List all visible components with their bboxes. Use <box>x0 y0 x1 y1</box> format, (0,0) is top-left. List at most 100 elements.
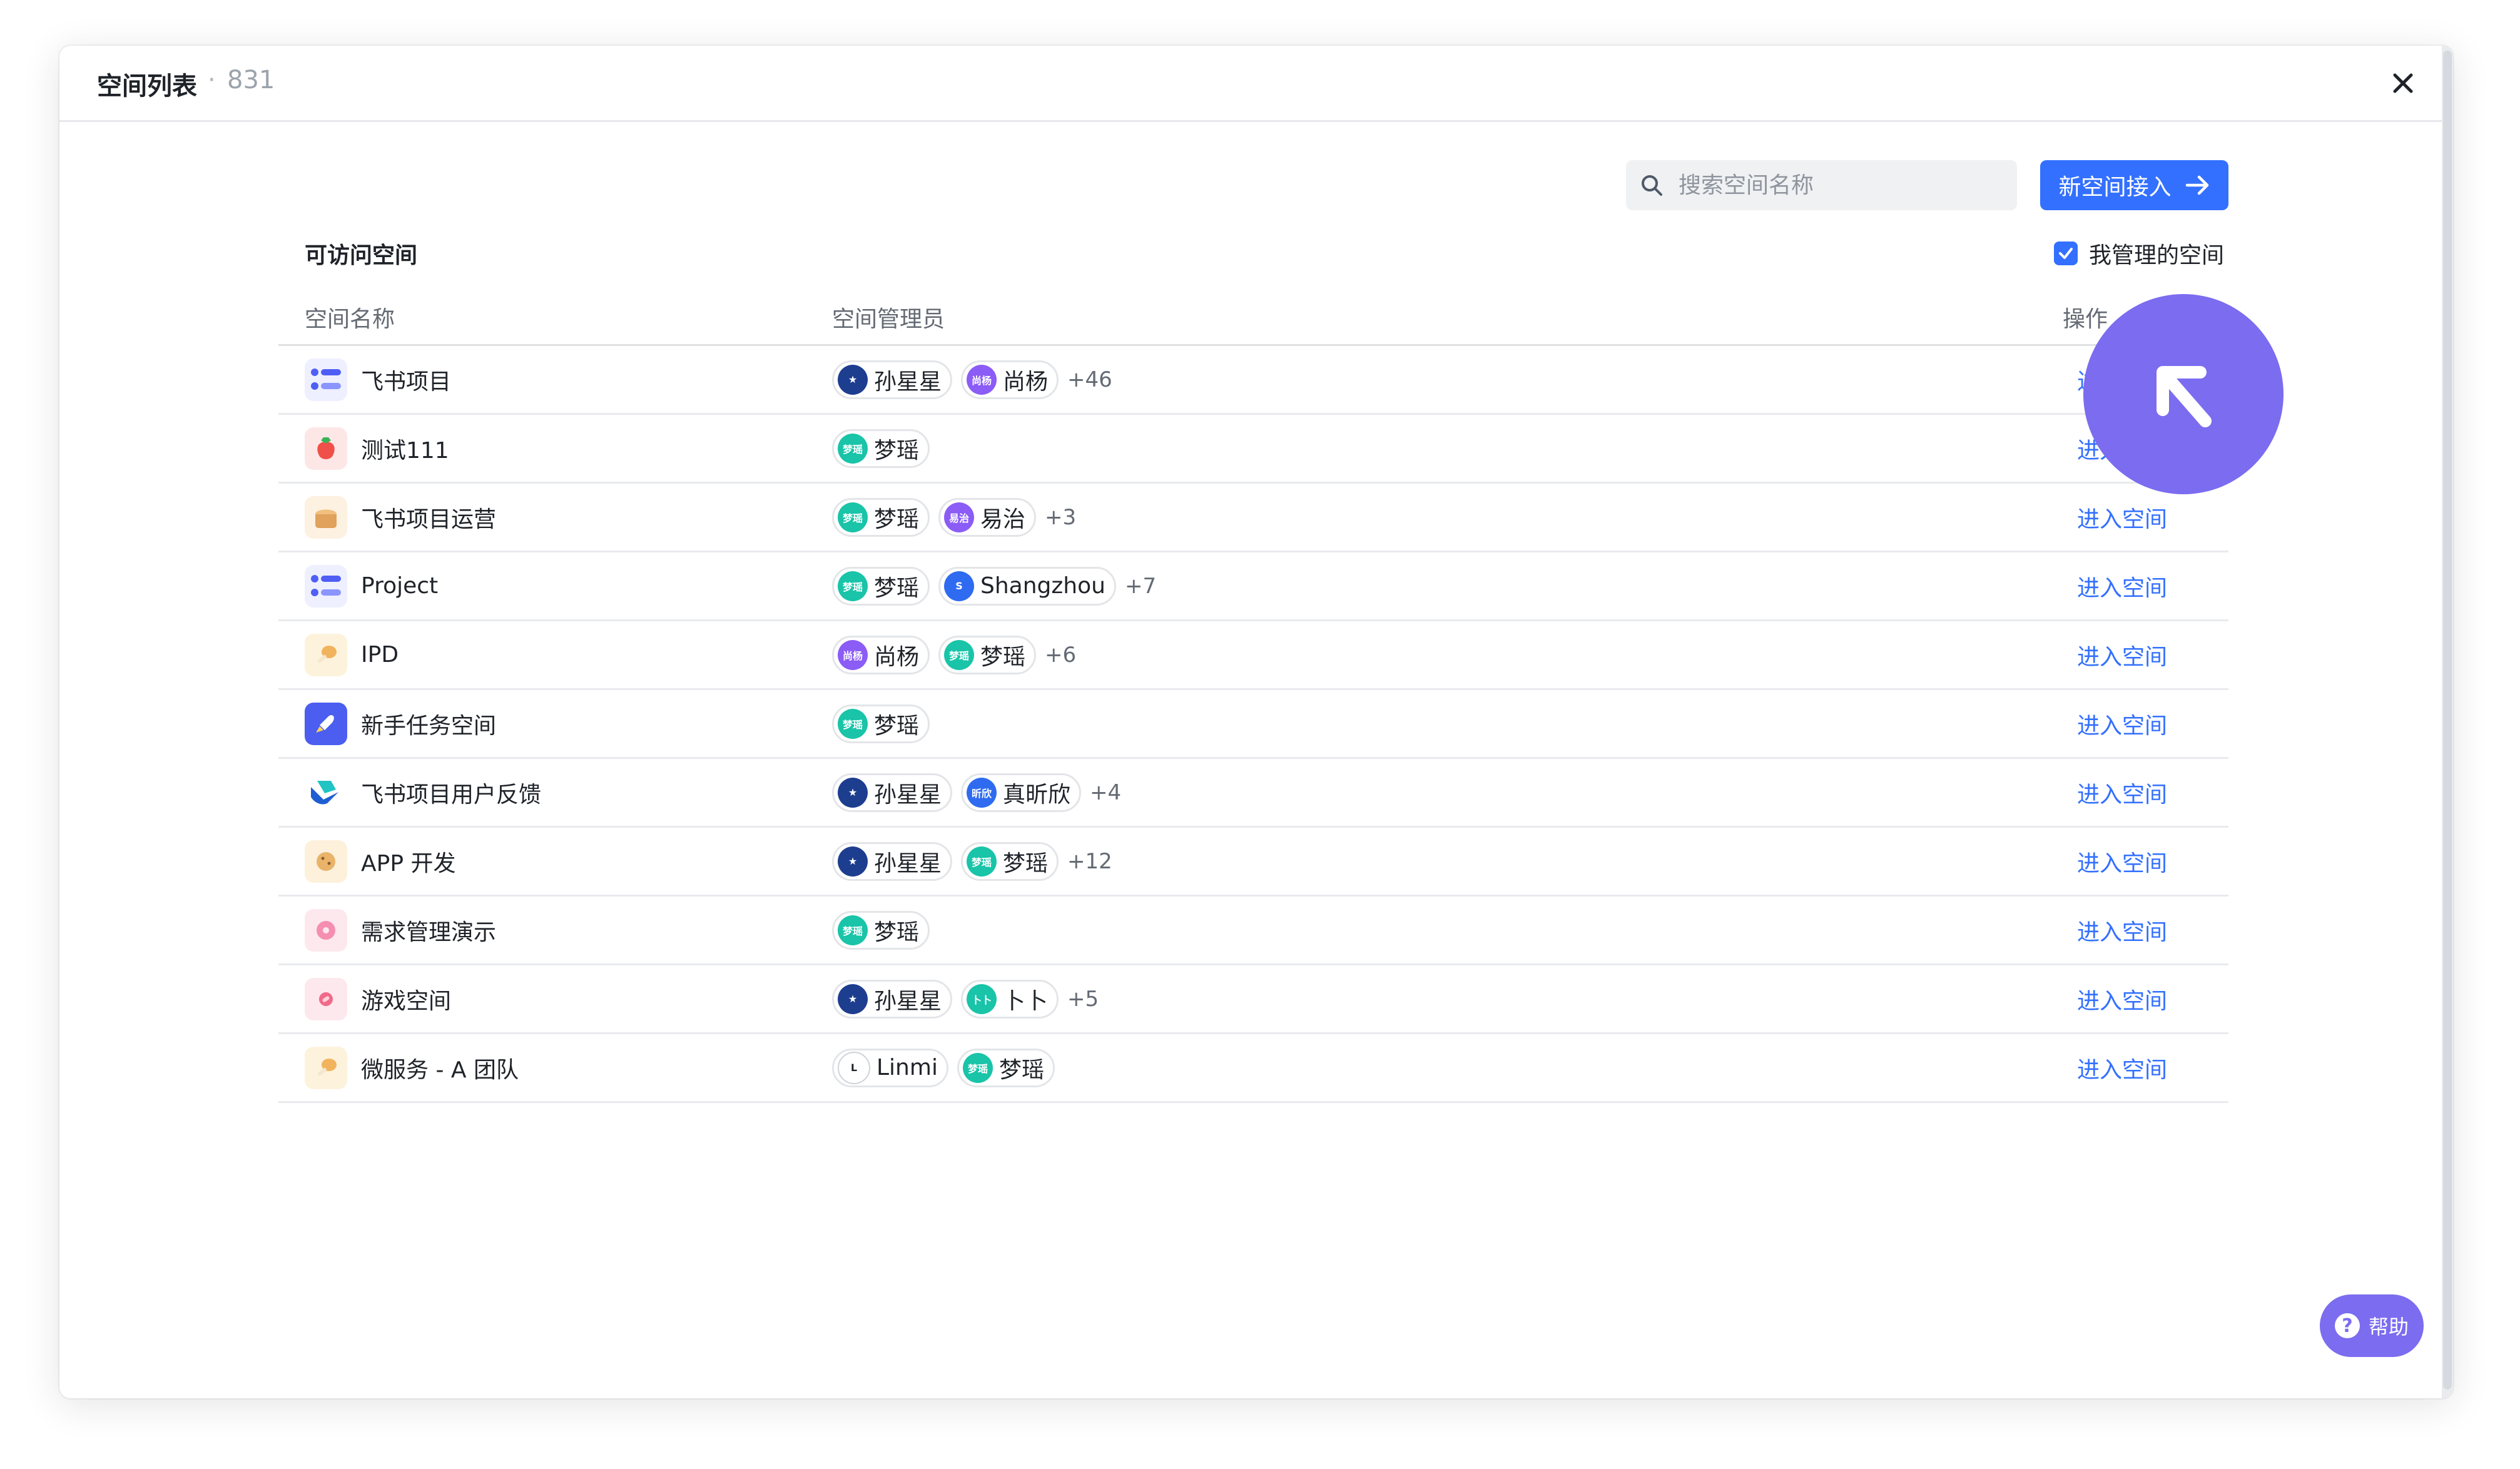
avatar: 梦瑶 <box>967 846 997 877</box>
scrollbar-thumb[interactable] <box>2443 51 2452 1390</box>
space-name: 飞书项目用户反馈 <box>361 781 542 808</box>
table-row: 飞书项目运营 梦瑶 梦瑶 易治 易治 +3 进入空间 <box>278 484 2228 552</box>
ops-cell: 进入空间 <box>2077 828 2167 895</box>
enter-space-link[interactable]: 进入空间 <box>2077 1052 2167 1084</box>
close-button[interactable] <box>2383 63 2423 103</box>
admin-name: 梦瑶 <box>874 575 920 601</box>
table-row: APP 开发 ★ 孙星星 梦瑶 梦瑶 +12 进入空间 <box>278 828 2228 897</box>
scrollbar[interactable] <box>2442 46 2453 1398</box>
enter-space-link[interactable]: 进入空间 <box>2077 708 2167 740</box>
enter-space-link[interactable]: 进入空间 <box>2077 983 2167 1015</box>
avatar: 梦瑶 <box>838 708 868 739</box>
new-space-label: 新空间接入 <box>2058 175 2172 200</box>
enter-space-link[interactable]: 进入空间 <box>2077 845 2167 878</box>
admin-chip[interactable]: 梦瑶 梦瑶 <box>961 841 1059 881</box>
checkmark-icon <box>2059 248 2073 259</box>
admins-cell: ★ 孙星星 昕欣 真昕欣 +4 <box>832 759 1121 826</box>
admins-cell: 梦瑶 梦瑶 <box>832 897 938 963</box>
admins-cell: L Linmi 梦瑶 梦瑶 <box>832 1034 1064 1101</box>
bread-icon <box>305 496 347 539</box>
table-row: 新手任务空间 梦瑶 梦瑶 进入空间 <box>278 690 2228 759</box>
enter-space-link[interactable]: 进入空间 <box>2077 501 2167 534</box>
strawberry-icon <box>305 427 347 470</box>
admin-name: 孙星星 <box>874 850 942 877</box>
table-row: 游戏空间 ★ 孙星星 卜卜 卜卜 +5 进入空间 <box>278 965 2228 1034</box>
section-title: 可访问空间 <box>305 243 418 268</box>
close-icon <box>2393 73 2413 93</box>
admin-chip[interactable]: 尚杨 尚杨 <box>832 635 930 674</box>
new-space-button[interactable]: 新空间接入 <box>2040 160 2228 210</box>
space-name-cell: 新手任务空间 <box>305 690 496 757</box>
admin-chip[interactable]: 易治 易治 <box>938 497 1037 537</box>
admin-name: 真昕欣 <box>1003 781 1071 808</box>
admin-name: 尚杨 <box>1003 369 1049 395</box>
admin-chip[interactable]: ★ 孙星星 <box>832 360 953 399</box>
admin-name: 梦瑶 <box>874 713 920 739</box>
enter-space-link[interactable]: 进入空间 <box>2077 639 2167 671</box>
admin-name: Shangzhou <box>980 573 1105 599</box>
enter-space-link[interactable]: 进入空间 <box>2077 914 2167 947</box>
search-box[interactable] <box>1626 160 2017 210</box>
modal-title: 空间列表 <box>97 72 197 101</box>
admin-chip[interactable]: 梦瑶 梦瑶 <box>832 704 930 743</box>
space-name: 测试111 <box>361 437 449 464</box>
admins-cell: ★ 孙星星 尚杨 尚杨 +46 <box>832 346 1112 413</box>
admin-chip[interactable]: 梦瑶 梦瑶 <box>832 497 930 537</box>
admins-cell: ★ 孙星星 梦瑶 梦瑶 +12 <box>832 828 1112 895</box>
admin-chip[interactable]: 卜卜 卜卜 <box>961 979 1059 1019</box>
admin-chip[interactable]: ★ 孙星星 <box>832 979 953 1019</box>
avatar: ★ <box>838 364 868 395</box>
avatar: 梦瑶 <box>838 915 868 945</box>
more-admins-count: +3 <box>1045 504 1077 530</box>
more-admins-count: +46 <box>1067 367 1112 392</box>
help-button[interactable]: ? 帮助 <box>2320 1294 2424 1357</box>
cookie-icon <box>305 840 347 883</box>
admins-cell: 梦瑶 梦瑶 <box>832 415 938 482</box>
space-name: 新手任务空间 <box>361 713 497 739</box>
title-separator: · <box>208 66 216 94</box>
admin-chip[interactable]: 梦瑶 梦瑶 <box>832 910 930 950</box>
help-icon: ? <box>2334 1313 2360 1338</box>
admin-name: 孙星星 <box>874 369 942 395</box>
drumstick-icon <box>305 1046 347 1089</box>
space-name: APP 开发 <box>361 850 456 877</box>
admin-chip[interactable]: 梦瑶 梦瑶 <box>957 1048 1055 1087</box>
space-name-cell: APP 开发 <box>305 828 456 895</box>
enter-space-link[interactable]: 进入空间 <box>2077 776 2167 809</box>
table-row: 微服务 - A 团队 L Linmi 梦瑶 梦瑶 进入空间 <box>278 1034 2228 1103</box>
avatar: ★ <box>838 846 868 877</box>
avatar: 易治 <box>944 502 975 532</box>
admin-chip[interactable]: 梦瑶 梦瑶 <box>832 429 930 468</box>
admin-chip[interactable]: 梦瑶 梦瑶 <box>832 566 930 606</box>
cursor-arrow-icon <box>2157 366 2212 427</box>
candy-icon <box>305 977 347 1020</box>
cursor-highlight <box>2083 294 2284 494</box>
admin-chip[interactable]: L Linmi <box>832 1048 948 1087</box>
admin-chip[interactable]: ★ 孙星星 <box>832 773 953 812</box>
admin-name: 卜卜 <box>1003 988 1049 1014</box>
my-spaces-filter[interactable]: 我管理的空间 <box>2054 237 2224 270</box>
ops-cell: 进入空间 <box>2077 621 2167 688</box>
search-input[interactable] <box>1677 171 2005 199</box>
admin-chip[interactable]: 昕欣 真昕欣 <box>961 773 1082 812</box>
more-admins-count: +12 <box>1067 848 1112 874</box>
ops-cell: 进入空间 <box>2077 484 2167 551</box>
admin-chip[interactable]: 尚杨 尚杨 <box>961 360 1059 399</box>
admin-name: Linmi <box>876 1055 938 1080</box>
space-list-modal: 空间列表 · 831 新空间接入 可访问空间 我管理的空间 <box>59 46 2453 1398</box>
space-name-cell: 飞书项目 <box>305 346 451 413</box>
table-row: 飞书项目用户反馈 ★ 孙星星 昕欣 真昕欣 +4 进入空间 <box>278 759 2228 828</box>
my-spaces-checkbox[interactable] <box>2054 241 2078 265</box>
enter-space-link[interactable]: 进入空间 <box>2077 570 2167 602</box>
avatar: 梦瑶 <box>838 433 868 464</box>
admin-name: 尚杨 <box>874 644 920 670</box>
space-name: IPD <box>361 642 399 668</box>
avatar: 梦瑶 <box>944 639 975 670</box>
rocket-icon <box>305 702 347 745</box>
admin-chip[interactable]: S Shangzhou <box>938 566 1116 606</box>
admin-chip[interactable]: 梦瑶 梦瑶 <box>938 635 1037 674</box>
space-name: 微服务 - A 团队 <box>361 1057 519 1083</box>
admin-chip[interactable]: ★ 孙星星 <box>832 841 953 881</box>
search-icon <box>1642 175 1662 196</box>
admin-name: 孙星星 <box>874 988 942 1014</box>
